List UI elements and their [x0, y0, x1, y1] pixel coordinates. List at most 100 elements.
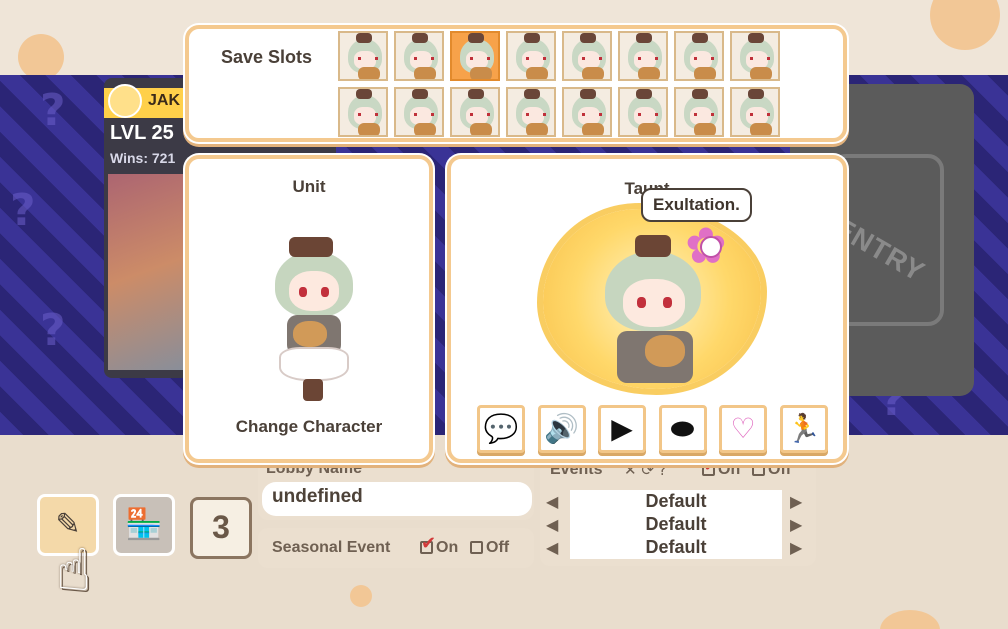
face	[289, 271, 339, 311]
save-slot[interactable]	[450, 87, 500, 137]
slot-portrait-pup	[638, 123, 660, 135]
eye	[321, 287, 329, 297]
event-row: Default	[570, 513, 782, 536]
eye	[637, 297, 646, 308]
clipboard-counter-button[interactable]: 3	[190, 497, 252, 559]
player-wins: Wins: 721	[110, 150, 176, 166]
slot-portrait-bow	[412, 33, 428, 43]
slot-portrait-bow	[692, 33, 708, 43]
save-slots-title: Save Slots	[221, 47, 313, 67]
puppy	[645, 335, 685, 367]
slot-portrait-pup	[638, 67, 660, 79]
taunt-heart-balloon-button[interactable]: ♡	[719, 405, 767, 453]
slot-portrait-pup	[358, 123, 380, 135]
slot-portrait-bow	[636, 33, 652, 43]
slot-portrait-bow	[748, 89, 764, 99]
save-slot[interactable]	[562, 87, 612, 137]
slot-portrait-bow	[580, 89, 596, 99]
slot-portrait-bow	[636, 89, 652, 99]
checkbox-unchecked	[752, 463, 765, 476]
lobby-name-field[interactable]: undefined	[262, 482, 532, 516]
taunt-oval-button[interactable]: ⬬	[658, 405, 707, 453]
save-slot[interactable]	[338, 31, 388, 81]
arrow-right-icon[interactable]: ▶	[790, 538, 802, 557]
events-on-checkbox[interactable]: On	[702, 455, 740, 479]
slot-portrait-bow	[356, 89, 372, 99]
checkbox-unchecked	[470, 541, 483, 554]
slot-portrait-bow	[412, 89, 428, 99]
arrow-right-icon[interactable]: ▶	[790, 515, 802, 534]
seasonal-on-checkbox[interactable]: On	[420, 533, 459, 557]
change-character-button[interactable]: Change Character	[189, 417, 429, 437]
heart-balloon-icon: ♡	[730, 412, 756, 445]
bg-dot	[18, 34, 64, 80]
unit-character-sprite[interactable]	[269, 237, 359, 407]
slot-portrait-pup	[470, 67, 492, 79]
slot-portrait-pup	[750, 67, 772, 79]
unit-panel: Unit Change Character	[185, 155, 433, 463]
puppy	[293, 321, 327, 347]
save-slot[interactable]	[730, 31, 780, 81]
save-slot[interactable]	[450, 31, 500, 81]
slot-portrait-pup	[694, 123, 716, 135]
taunt-speech-bubble-button[interactable]: 💬	[477, 405, 525, 453]
taunt-speaker-button[interactable]: 🔊	[537, 405, 586, 453]
slot-portrait-pup	[526, 67, 548, 79]
avatar	[108, 84, 142, 118]
event-row: Default	[570, 490, 782, 513]
seasonal-event-label: Seasonal Event	[272, 539, 391, 556]
save-slot[interactable]	[618, 31, 668, 81]
save-slot[interactable]	[394, 87, 444, 137]
taunt-speech-bubble: Exultation.	[641, 188, 752, 222]
slot-portrait-bow	[580, 33, 596, 43]
taunt-play-button[interactable]: ▶	[598, 405, 646, 453]
slot-portrait-pup	[694, 67, 716, 79]
slot-portrait-bow	[692, 89, 708, 99]
slot-portrait-pup	[750, 123, 772, 135]
save-slot[interactable]	[562, 31, 612, 81]
player-level: LVL 25	[110, 122, 174, 144]
save-slot[interactable]	[394, 31, 444, 81]
save-slots-panel: Save Slots	[185, 25, 847, 142]
slot-portrait-pup	[358, 67, 380, 79]
bg-dot	[350, 585, 372, 607]
checkbox-checked	[420, 533, 436, 554]
eye	[663, 297, 672, 308]
slot-portrait-bow	[748, 33, 764, 43]
save-slot[interactable]	[674, 31, 724, 81]
save-slot[interactable]	[506, 31, 556, 81]
play-icon: ▶	[611, 412, 633, 445]
slot-portrait-pup	[582, 67, 604, 79]
events-off-label: Off	[768, 461, 792, 478]
flower-icon: ✿	[685, 217, 727, 275]
slot-portrait-pup	[414, 123, 436, 135]
slot-portrait-pup	[582, 123, 604, 135]
save-slot[interactable]	[618, 87, 668, 137]
shop-button[interactable]: 🏪	[113, 494, 175, 556]
arrow-left-icon[interactable]: ◀	[546, 515, 558, 534]
slot-portrait-bow	[468, 33, 484, 43]
seasonal-event-panel: Seasonal Event On Off	[258, 528, 534, 568]
eye	[299, 287, 307, 297]
events-off-checkbox[interactable]: Off	[752, 461, 791, 479]
boots	[303, 379, 323, 401]
seasonal-off-label: Off	[486, 539, 510, 556]
seasonal-on-label: On	[436, 539, 459, 556]
event-row: Default	[570, 536, 782, 559]
arrow-left-icon[interactable]: ◀	[546, 538, 558, 557]
save-slot[interactable]	[730, 87, 780, 137]
save-slot[interactable]	[674, 87, 724, 137]
events-tool-icons[interactable]: ✕ ⟳ ?	[624, 461, 667, 479]
face	[623, 279, 685, 327]
taunt-pose-figure-button[interactable]: 🏃	[779, 405, 828, 453]
slot-portrait-bow	[468, 89, 484, 99]
taunt-panel: Taunt ✿ Exultation. 💬🔊▶⬬♡🏃	[447, 155, 847, 463]
seasonal-off-checkbox[interactable]: Off	[470, 539, 509, 557]
save-slot[interactable]	[338, 87, 388, 137]
arrow-left-icon[interactable]: ◀	[546, 492, 558, 511]
ribbon	[635, 235, 671, 257]
arrow-right-icon[interactable]: ▶	[790, 492, 802, 511]
save-slot[interactable]	[506, 87, 556, 137]
slot-portrait-bow	[524, 33, 540, 43]
shop-icon: 🏪	[125, 507, 163, 542]
